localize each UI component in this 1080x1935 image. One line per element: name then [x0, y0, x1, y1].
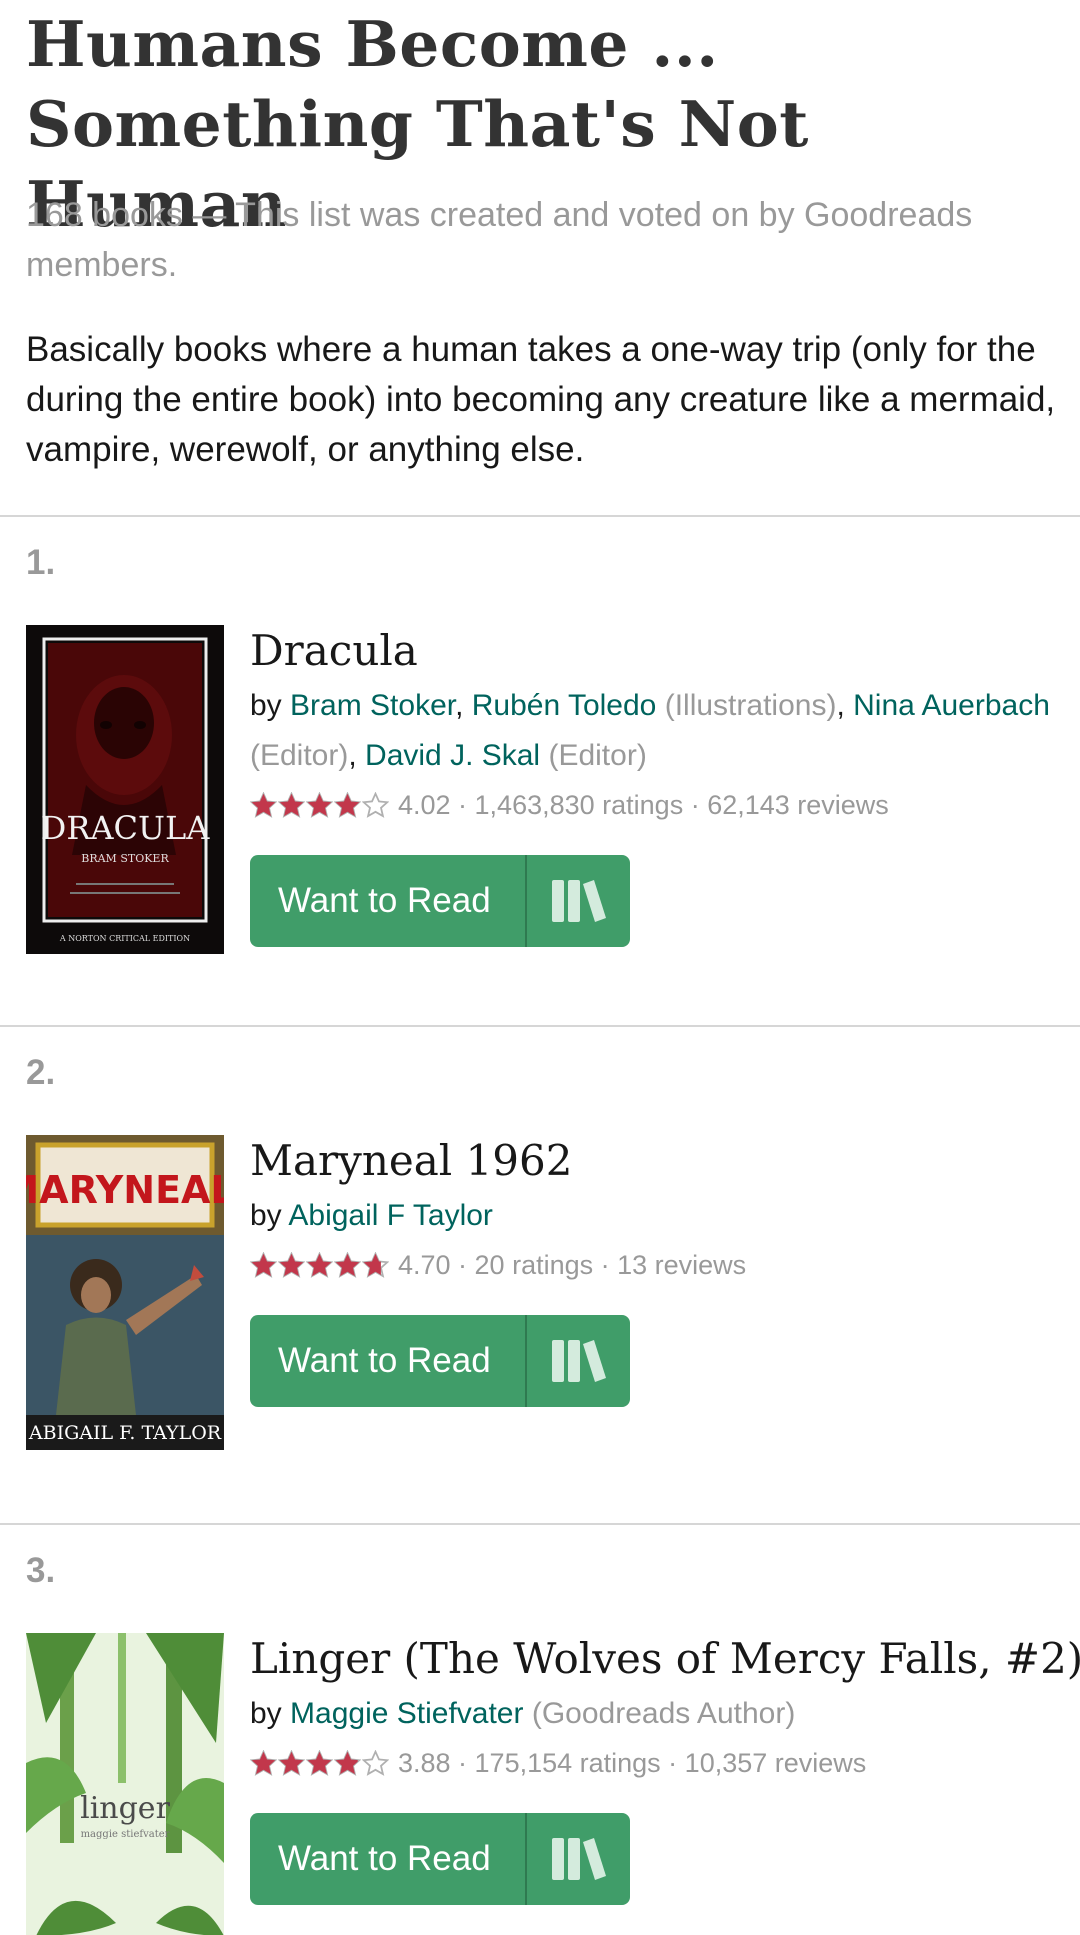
- divider: [0, 1523, 1080, 1525]
- author-role: (Goodreads Author): [531, 1697, 796, 1730]
- star-icon: [334, 1749, 361, 1776]
- author-link[interactable]: Maggie Stiefvater: [290, 1697, 523, 1730]
- want-to-read-label[interactable]: Want to Read: [250, 1813, 525, 1905]
- author-link[interactable]: Bram Stoker: [290, 689, 455, 722]
- shelf-dropdown-button[interactable]: [527, 1315, 630, 1407]
- bookshelf-icon: [551, 1340, 606, 1382]
- author-role: (Editor): [250, 739, 349, 772]
- rating-stats: 3.88 · 175,154 ratings · 10,357 reviews: [250, 1741, 1070, 1785]
- bookshelf-icon: [551, 880, 606, 922]
- bookshelf-icon: [551, 1838, 606, 1880]
- cover-author-text: ABIGAIL F. TAYLOR: [28, 1422, 222, 1444]
- author-link[interactable]: Abigail F Taylor: [288, 1199, 493, 1232]
- list-meta: 168 books — This list was created and vo…: [26, 196, 973, 284]
- shelf-dropdown-button[interactable]: [527, 855, 630, 947]
- rating-stats: 4.02 · 1,463,830 ratings · 62,143 review…: [250, 783, 1070, 827]
- book-title-link[interactable]: Maryneal 1962: [250, 1133, 1070, 1189]
- list-page: Humans Become ... Something That's Not H…: [0, 0, 1080, 1935]
- rank-number: 1.: [26, 543, 56, 582]
- book-title-link[interactable]: Dracula: [250, 623, 1070, 679]
- book-cover[interactable]: MARYNEAL ABIGAIL F. TAYLOR: [26, 1135, 224, 1450]
- cover-footer-text: A NORTON CRITICAL EDITION: [59, 934, 190, 943]
- star-icon: [362, 791, 389, 818]
- byline: by Maggie Stiefvater (Goodreads Author): [250, 1689, 1070, 1739]
- rating-stats: 4.70 · 20 ratings · 13 reviews: [250, 1243, 1070, 1287]
- rating-text: 4.02 · 1,463,830 ratings · 62,143 review…: [398, 789, 889, 820]
- cover-title-text: linger: [80, 1791, 170, 1826]
- divider: [0, 515, 1080, 517]
- want-to-read-button[interactable]: Want to Read: [250, 1315, 630, 1407]
- want-to-read-label[interactable]: Want to Read: [250, 1315, 525, 1407]
- cover-title-text: MARYNEAL: [26, 1168, 224, 1212]
- star-icon: [334, 791, 361, 818]
- cover-author-text: maggie stiefvater: [81, 1829, 170, 1840]
- book-cover[interactable]: DRACULA BRAM STOKER A NORTON CRITICAL ED…: [26, 625, 224, 954]
- star-icon: [306, 1251, 333, 1278]
- author-role: (Illustrations): [664, 689, 837, 722]
- book-title-link[interactable]: Linger (The Wolves of Mercy Falls, #2): [250, 1631, 1080, 1687]
- star-icon: [278, 1749, 305, 1776]
- rank-number: 3.: [26, 1551, 56, 1590]
- star-icon: [306, 1749, 333, 1776]
- cover-author-text: BRAM STOKER: [81, 852, 169, 865]
- want-to-read-button[interactable]: Want to Read: [250, 855, 630, 947]
- byline-prefix: by: [250, 689, 291, 722]
- star-icon: [250, 1251, 277, 1278]
- author-role: (Editor): [548, 739, 647, 772]
- star-rating: [250, 1749, 390, 1777]
- list-description: Basically books where a human takes a on…: [26, 330, 1056, 469]
- byline-prefix: by: [250, 1199, 289, 1232]
- byline: by Bram Stoker, Rubén Toledo (Illustrati…: [250, 689, 1050, 772]
- star-icon: [362, 1251, 389, 1278]
- byline-prefix: by: [250, 1697, 291, 1730]
- rank-number: 2.: [26, 1053, 56, 1092]
- want-to-read-button[interactable]: Want to Read: [250, 1813, 630, 1905]
- divider: [0, 1025, 1080, 1027]
- byline: by Abigail F Taylor: [250, 1191, 1070, 1241]
- star-rating: [250, 791, 390, 819]
- author-link[interactable]: David J. Skal: [365, 739, 540, 772]
- star-icon: [334, 1251, 361, 1278]
- star-icon: [278, 1251, 305, 1278]
- shelf-dropdown-button[interactable]: [527, 1813, 630, 1905]
- star-rating: [250, 1251, 390, 1279]
- star-icon: [250, 1749, 277, 1776]
- cover-title-text: DRACULA: [41, 809, 211, 847]
- author-link[interactable]: Rubén Toledo: [472, 689, 657, 722]
- star-icon: [306, 791, 333, 818]
- star-icon: [250, 791, 277, 818]
- book-cover[interactable]: linger maggie stiefvater: [26, 1633, 224, 1935]
- want-to-read-label[interactable]: Want to Read: [250, 855, 525, 947]
- rating-text: 4.70 · 20 ratings · 13 reviews: [398, 1249, 747, 1280]
- rating-text: 3.88 · 175,154 ratings · 10,357 reviews: [398, 1747, 867, 1778]
- star-icon: [278, 791, 305, 818]
- star-icon: [362, 1749, 389, 1776]
- author-link[interactable]: Nina Auerbach: [853, 689, 1050, 722]
